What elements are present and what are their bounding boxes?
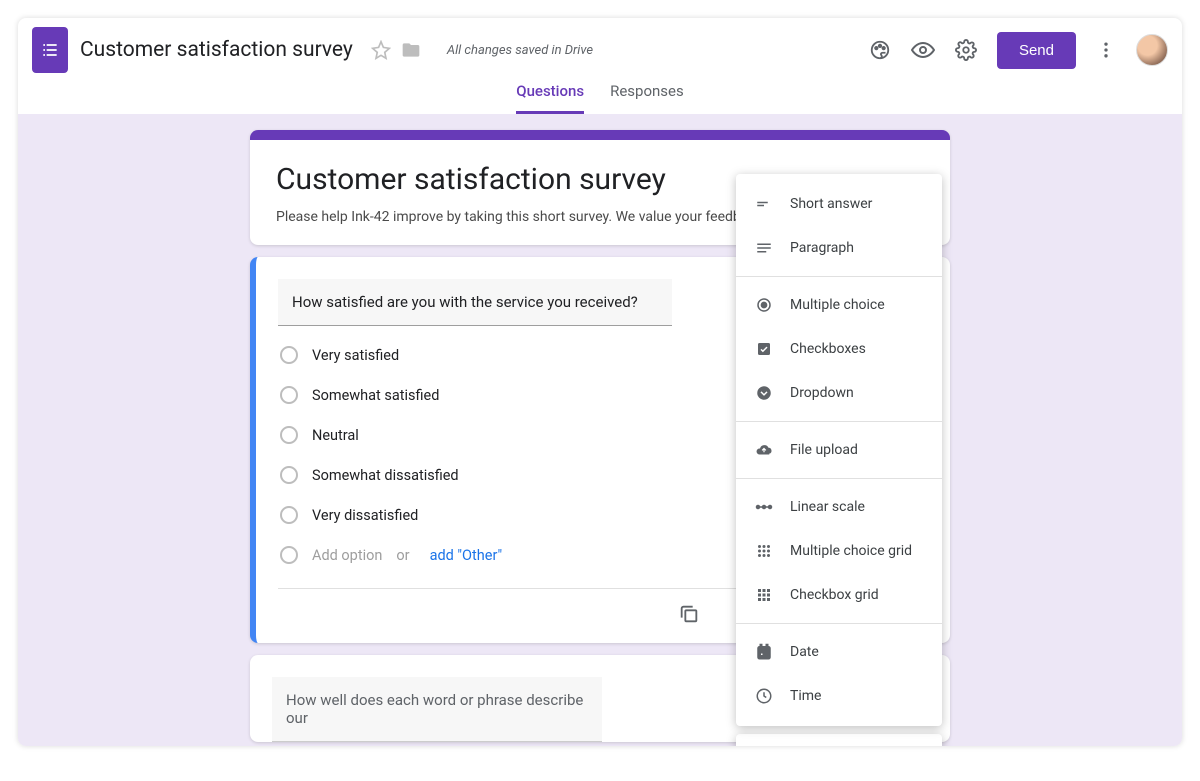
add-option-label[interactable]: Add option (312, 547, 382, 564)
question-type-menu-collapsed: Multiple choice (736, 734, 942, 746)
send-button[interactable]: Send (997, 32, 1076, 69)
qtype-label: Checkboxes (790, 341, 866, 357)
radio-icon (280, 506, 298, 524)
qtype-paragraph[interactable]: Paragraph (736, 226, 942, 270)
radio-icon (280, 346, 298, 364)
add-other-link[interactable]: add "Other" (430, 547, 503, 564)
qtype-label: Linear scale (790, 499, 865, 515)
qtype-label: File upload (790, 442, 858, 458)
or-label: or (396, 547, 409, 564)
save-status: All changes saved in Drive (447, 43, 593, 58)
form-canvas: Customer satisfaction survey Please help… (18, 114, 1182, 746)
time-icon (754, 686, 774, 706)
linear-scale-icon (754, 497, 774, 517)
qtype-checkbox-grid[interactable]: Checkbox grid (736, 573, 942, 617)
radio-icon (280, 466, 298, 484)
header-toolbar: Customer satisfaction survey All changes… (18, 18, 1182, 82)
option-label[interactable]: Very dissatisfied (312, 507, 418, 524)
qtype-time[interactable]: Time (736, 674, 942, 718)
option-label[interactable]: Somewhat dissatisfied (312, 467, 459, 484)
qtype-label: Multiple choice grid (790, 543, 912, 559)
qtype-checkboxes[interactable]: Checkboxes (736, 327, 942, 371)
qtype-multiple-choice-collapsed[interactable]: Multiple choice (736, 742, 942, 746)
question2-title-preview[interactable]: How well does each word or phrase descri… (272, 677, 602, 742)
star-icon[interactable] (371, 40, 391, 60)
qtype-label: Checkbox grid (790, 587, 879, 603)
option-label[interactable]: Neutral (312, 427, 359, 444)
qtype-label: Multiple choice (790, 297, 885, 313)
cloud-upload-icon (754, 440, 774, 460)
tabs: Questions Responses (18, 82, 1182, 114)
preview-icon[interactable] (911, 38, 935, 62)
avatar[interactable] (1136, 34, 1168, 66)
qtype-label: Date (790, 644, 819, 660)
option-label[interactable]: Somewhat satisfied (312, 387, 439, 404)
qtype-label: Time (790, 688, 821, 704)
qtype-date[interactable]: Date (736, 630, 942, 674)
dropdown-icon (754, 383, 774, 403)
short-answer-icon (754, 194, 774, 214)
option-label[interactable]: Very satisfied (312, 347, 399, 364)
radio-icon (754, 295, 774, 315)
form-title[interactable]: Customer satisfaction survey (80, 38, 353, 62)
qtype-linear-scale[interactable]: Linear scale (736, 485, 942, 529)
qtype-label: Short answer (790, 196, 872, 212)
palette-icon[interactable] (869, 39, 891, 61)
radio-icon (280, 546, 298, 564)
qtype-multiple-choice[interactable]: Multiple choice (736, 283, 942, 327)
qtype-short-answer[interactable]: Short answer (736, 182, 942, 226)
more-icon[interactable] (1096, 40, 1116, 60)
settings-icon[interactable] (955, 39, 977, 61)
tab-questions[interactable]: Questions (516, 82, 584, 114)
question-title-input[interactable]: How satisfied are you with the service y… (278, 279, 672, 326)
tab-responses[interactable]: Responses (610, 82, 684, 114)
folder-icon[interactable] (401, 40, 421, 60)
date-icon (754, 642, 774, 662)
forms-logo[interactable] (32, 27, 68, 73)
question-type-menu: Short answer Paragraph Multiple choice C… (736, 174, 942, 726)
radio-icon (280, 386, 298, 404)
qtype-label: Dropdown (790, 385, 854, 401)
qtype-label: Paragraph (790, 240, 854, 256)
mc-grid-icon (754, 541, 774, 561)
radio-icon (280, 426, 298, 444)
checkbox-icon (754, 339, 774, 359)
paragraph-icon (754, 238, 774, 258)
qtype-file-upload[interactable]: File upload (736, 428, 942, 472)
checkbox-grid-icon (754, 585, 774, 605)
qtype-dropdown[interactable]: Dropdown (736, 371, 942, 415)
qtype-mc-grid[interactable]: Multiple choice grid (736, 529, 942, 573)
duplicate-icon[interactable] (678, 603, 700, 625)
